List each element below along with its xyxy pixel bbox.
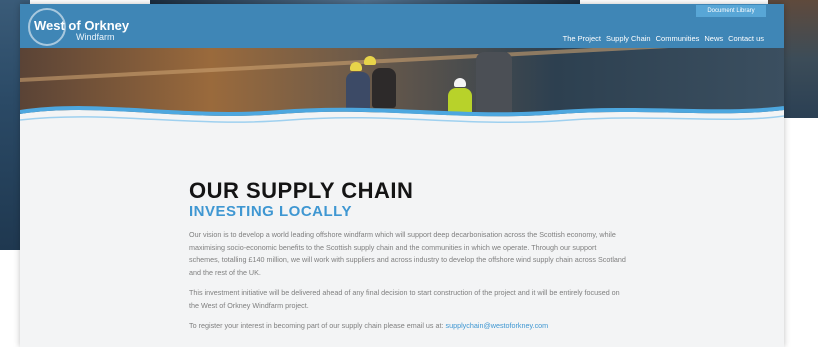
logo-title: West of Orkney (34, 18, 130, 33)
main-content: OUR SUPPLY CHAIN INVESTING LOCALLY Our v… (189, 180, 629, 341)
contact-paragraph: To register your interest in becoming pa… (189, 320, 629, 333)
intro-paragraph: Our vision is to develop a world leading… (189, 230, 626, 277)
contact-text: To register your interest in becoming pa… (189, 321, 446, 330)
nav-the-project[interactable]: The Project (563, 34, 601, 43)
site-logo[interactable]: West of Orkney Windfarm (28, 8, 148, 46)
document-library-button[interactable]: Document Library (696, 5, 766, 17)
nav-news[interactable]: News (704, 34, 723, 43)
supply-chain-email-link[interactable]: supplychain@westoforkney.com (446, 321, 549, 330)
nav-communities[interactable]: Communities (656, 34, 700, 43)
nav-contact-us[interactable]: Contact us (728, 34, 764, 43)
yellow-helmet (350, 62, 362, 71)
page-title: OUR SUPPLY CHAIN (189, 178, 414, 203)
deck-rope (20, 48, 784, 83)
logo-subtitle: Windfarm (76, 32, 115, 42)
white-helmet (454, 78, 466, 87)
main-nav: The Project Supply Chain Communities New… (563, 34, 764, 43)
nav-supply-chain[interactable]: Supply Chain (606, 34, 651, 43)
site-header: West of Orkney Windfarm Document Library… (20, 4, 784, 48)
investment-paragraph: This investment initiative will be deliv… (189, 288, 620, 310)
page-subtitle: INVESTING LOCALLY (189, 203, 352, 220)
yellow-helmet (364, 56, 376, 65)
webpage: West of Orkney Windfarm Document Library… (20, 4, 784, 347)
wave-divider (20, 106, 784, 140)
